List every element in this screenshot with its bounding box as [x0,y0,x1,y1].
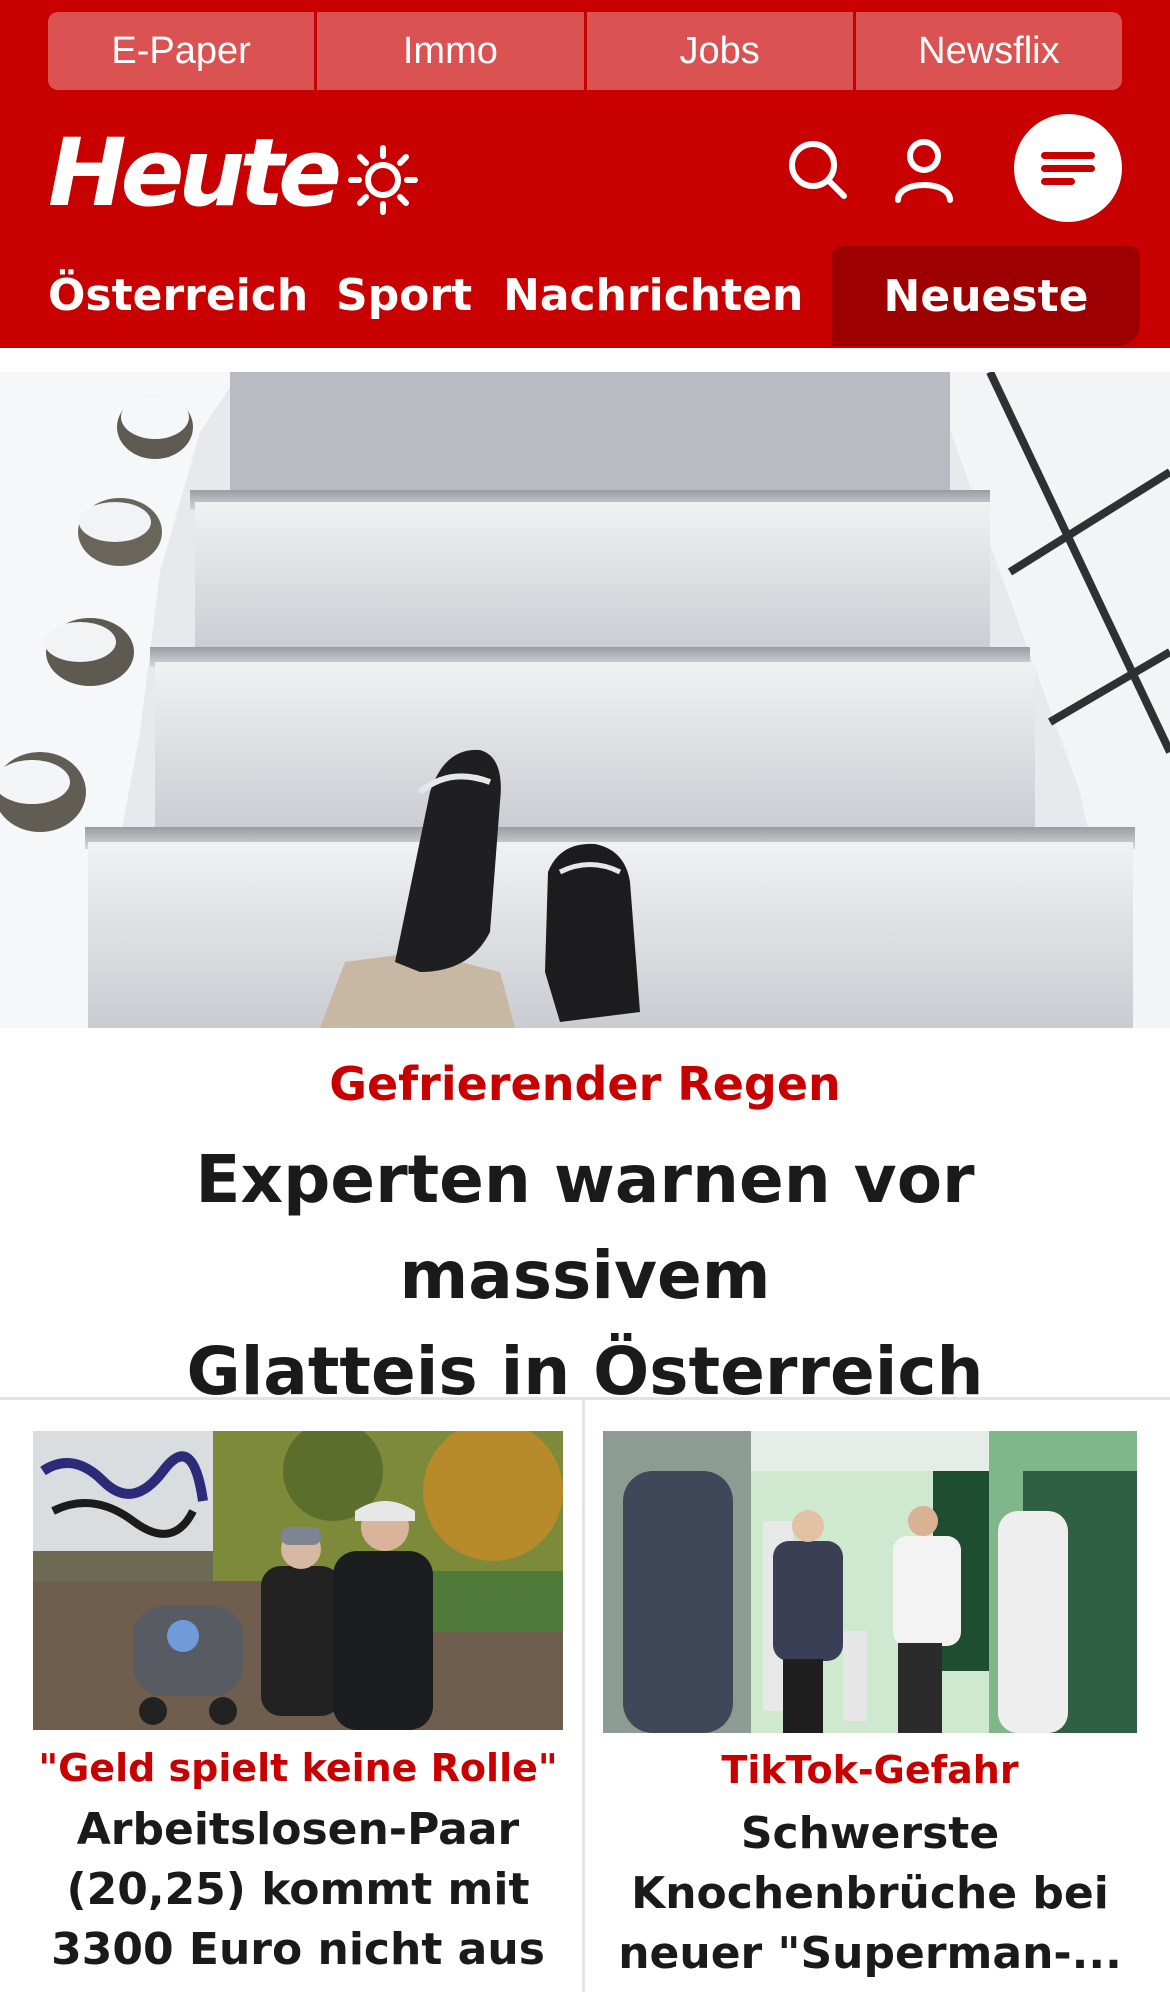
hero-headline[interactable]: Experten warnen vor massivem Glatteis in… [20,1132,1150,1420]
article-right-headline[interactable]: Schwerste Knochenbrüche bei neuer "Super… [603,1804,1137,1984]
hero-headline-line2: Glatteis in Österreich [186,1333,984,1410]
user-icon[interactable] [888,134,960,206]
article-right-line3: neuer "Superman-... [618,1928,1122,1979]
section-oesterreich[interactable]: Österreich [48,270,308,322]
site-header: E-Paper Immo Jobs Newsflix Heute Österre… [0,0,1170,348]
top-nav-newsflix[interactable]: Newsflix [855,12,1122,90]
article-left-line2: (20,25) kommt mit [66,1864,530,1915]
section-divider [0,1397,1170,1400]
top-nav-jobs[interactable]: Jobs [586,12,856,90]
article-right-image[interactable] [603,1431,1137,1733]
article-left-kicker[interactable]: "Geld spielt keine Rolle" [33,1740,563,1796]
section-neueste[interactable]: Neueste [832,246,1140,346]
hero-image[interactable] [0,372,1170,1028]
article-right-line2: Knochenbrüche bei [631,1868,1109,1919]
top-nav-epaper[interactable]: E-Paper [48,12,318,90]
hero-headline-line1: Experten warnen vor massivem [195,1141,975,1314]
search-icon[interactable] [782,134,854,206]
top-nav-immo[interactable]: Immo [317,12,587,90]
section-nav: Österreich Sport Nachrichten Neueste [0,244,1170,348]
article-left-image[interactable] [33,1431,563,1730]
menu-button[interactable] [1014,114,1122,222]
menu-icon [1041,146,1095,191]
hero-kicker[interactable]: Gefrierender Regen [0,1052,1170,1116]
column-divider [582,1400,585,1992]
article-left-line3: 3300 Euro nicht aus [51,1924,545,1975]
article-left-line1: Arbeitslosen-Paar [76,1804,520,1855]
article-right-line1: Schwerste [740,1808,1000,1859]
heute-logo[interactable]: Heute [48,124,342,224]
section-nachrichten[interactable]: Nachrichten [503,270,803,322]
sun-icon[interactable] [347,144,419,216]
article-right-kicker[interactable]: TikTok-Gefahr [603,1742,1137,1798]
section-sport[interactable]: Sport [336,270,472,322]
article-left-headline[interactable]: Arbeitslosen-Paar (20,25) kommt mit 3300… [33,1800,563,1980]
top-nav: E-Paper Immo Jobs Newsflix [48,12,1122,90]
